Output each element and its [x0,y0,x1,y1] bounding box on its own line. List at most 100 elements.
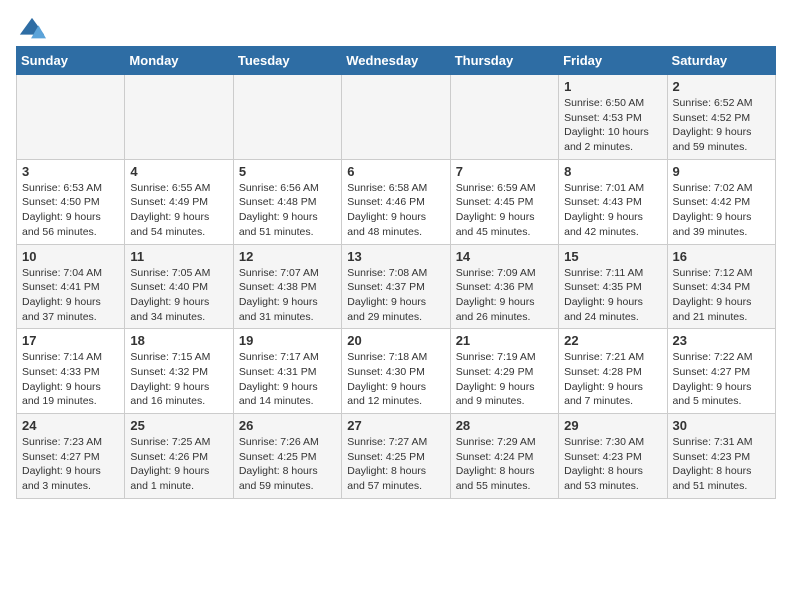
day-info: Sunrise: 7:14 AM Sunset: 4:33 PM Dayligh… [22,350,119,409]
calendar-cell-4-2: 18 Sunrise: 7:15 AM Sunset: 4:32 PM Dayli… [125,329,233,414]
day-info: Sunrise: 7:02 AM Sunset: 4:42 PM Dayligh… [673,181,770,240]
calendar-cell-2-3: 5 Sunrise: 6:56 AM Sunset: 4:48 PM Daylig… [233,159,341,244]
day-number: 24 [22,418,119,433]
day-info: Sunrise: 7:21 AM Sunset: 4:28 PM Dayligh… [564,350,661,409]
day-info: Sunrise: 6:55 AM Sunset: 4:49 PM Dayligh… [130,181,227,240]
calendar-header-sunday: Sunday [17,47,125,75]
day-info: Sunrise: 7:15 AM Sunset: 4:32 PM Dayligh… [130,350,227,409]
day-number: 30 [673,418,770,433]
calendar-cell-4-5: 21 Sunrise: 7:19 AM Sunset: 4:29 PM Dayli… [450,329,558,414]
calendar-cell-4-7: 23 Sunrise: 7:22 AM Sunset: 4:27 PM Dayli… [667,329,775,414]
calendar-cell-5-5: 28Sunrise: 7:29 AM Sunset: 4:24 PM Dayli… [450,414,558,499]
day-info: Sunrise: 7:11 AM Sunset: 4:35 PM Dayligh… [564,266,661,325]
calendar-cell-3-2: 11 Sunrise: 7:05 AM Sunset: 4:40 PM Dayli… [125,244,233,329]
day-number: 11 [130,249,227,264]
day-number: 29 [564,418,661,433]
calendar-cell-3-1: 10 Sunrise: 7:04 AM Sunset: 4:41 PM Dayli… [17,244,125,329]
day-number: 18 [130,333,227,348]
day-number: 9 [673,164,770,179]
day-number: 14 [456,249,553,264]
day-number: 23 [673,333,770,348]
day-number: 20 [347,333,444,348]
calendar-header-wednesday: Wednesday [342,47,450,75]
day-number: 10 [22,249,119,264]
calendar-header-monday: Monday [125,47,233,75]
calendar-cell-1-2 [125,75,233,160]
calendar-cell-5-7: 30 Sunrise: 7:31 AM Sunset: 4:23 PM Dayli… [667,414,775,499]
day-info: Sunrise: 6:53 AM Sunset: 4:50 PM Dayligh… [22,181,119,240]
calendar-cell-1-1 [17,75,125,160]
calendar-cell-3-4: 13 Sunrise: 7:08 AM Sunset: 4:37 PM Dayli… [342,244,450,329]
day-number: 28 [456,418,553,433]
day-info: Sunrise: 7:22 AM Sunset: 4:27 PM Dayligh… [673,350,770,409]
day-info: Sunrise: 6:50 AM Sunset: 4:53 PM Dayligh… [564,96,661,155]
day-info: Sunrise: 7:05 AM Sunset: 4:40 PM Dayligh… [130,266,227,325]
calendar-cell-4-6: 22 Sunrise: 7:21 AM Sunset: 4:28 PM Dayli… [559,329,667,414]
day-number: 27 [347,418,444,433]
calendar-cell-3-5: 14 Sunrise: 7:09 AM Sunset: 4:36 PM Dayli… [450,244,558,329]
calendar-cell-1-7: 2 Sunrise: 6:52 AM Sunset: 4:52 PM Daylig… [667,75,775,160]
calendar-cell-4-3: 19 Sunrise: 7:17 AM Sunset: 4:31 PM Dayli… [233,329,341,414]
day-number: 15 [564,249,661,264]
day-info: Sunrise: 6:59 AM Sunset: 4:45 PM Dayligh… [456,181,553,240]
day-info: Sunrise: 7:17 AM Sunset: 4:31 PM Dayligh… [239,350,336,409]
day-number: 12 [239,249,336,264]
day-info: Sunrise: 7:30 AM Sunset: 4:23 PM Dayligh… [564,435,661,494]
day-info: Sunrise: 7:26 AM Sunset: 4:25 PM Dayligh… [239,435,336,494]
calendar-cell-3-3: 12 Sunrise: 7:07 AM Sunset: 4:38 PM Dayli… [233,244,341,329]
day-info: Sunrise: 7:08 AM Sunset: 4:37 PM Dayligh… [347,266,444,325]
calendar-header-thursday: Thursday [450,47,558,75]
calendar-week-4: 17Sunrise: 7:14 AM Sunset: 4:33 PM Dayli… [17,329,776,414]
calendar-week-1: 1 Sunrise: 6:50 AM Sunset: 4:53 PM Daylig… [17,75,776,160]
calendar-cell-2-1: 3Sunrise: 6:53 AM Sunset: 4:50 PM Daylig… [17,159,125,244]
calendar-cell-5-4: 27 Sunrise: 7:27 AM Sunset: 4:25 PM Dayli… [342,414,450,499]
day-number: 26 [239,418,336,433]
calendar-cell-2-5: 7 Sunrise: 6:59 AM Sunset: 4:45 PM Daylig… [450,159,558,244]
calendar-header-row: SundayMondayTuesdayWednesdayThursdayFrid… [17,47,776,75]
day-info: Sunrise: 7:31 AM Sunset: 4:23 PM Dayligh… [673,435,770,494]
day-number: 8 [564,164,661,179]
day-number: 2 [673,79,770,94]
day-info: Sunrise: 7:12 AM Sunset: 4:34 PM Dayligh… [673,266,770,325]
day-info: Sunrise: 7:01 AM Sunset: 4:43 PM Dayligh… [564,181,661,240]
day-number: 16 [673,249,770,264]
day-number: 1 [564,79,661,94]
day-info: Sunrise: 7:25 AM Sunset: 4:26 PM Dayligh… [130,435,227,494]
calendar-cell-2-7: 9 Sunrise: 7:02 AM Sunset: 4:42 PM Daylig… [667,159,775,244]
calendar-cell-2-6: 8 Sunrise: 7:01 AM Sunset: 4:43 PM Daylig… [559,159,667,244]
calendar-cell-2-2: 4 Sunrise: 6:55 AM Sunset: 4:49 PM Daylig… [125,159,233,244]
day-info: Sunrise: 7:09 AM Sunset: 4:36 PM Dayligh… [456,266,553,325]
calendar-header-tuesday: Tuesday [233,47,341,75]
day-number: 25 [130,418,227,433]
day-number: 13 [347,249,444,264]
calendar-cell-5-6: 29 Sunrise: 7:30 AM Sunset: 4:23 PM Dayli… [559,414,667,499]
calendar-cell-1-4 [342,75,450,160]
day-info: Sunrise: 7:07 AM Sunset: 4:38 PM Dayligh… [239,266,336,325]
calendar-cell-4-4: 20 Sunrise: 7:18 AM Sunset: 4:30 PM Dayli… [342,329,450,414]
logo [16,16,46,38]
day-number: 7 [456,164,553,179]
calendar-cell-1-6: 1 Sunrise: 6:50 AM Sunset: 4:53 PM Daylig… [559,75,667,160]
day-info: Sunrise: 6:52 AM Sunset: 4:52 PM Dayligh… [673,96,770,155]
calendar-cell-2-4: 6Sunrise: 6:58 AM Sunset: 4:46 PM Daylig… [342,159,450,244]
calendar-cell-1-5 [450,75,558,160]
day-info: Sunrise: 7:23 AM Sunset: 4:27 PM Dayligh… [22,435,119,494]
day-number: 19 [239,333,336,348]
day-number: 6 [347,164,444,179]
day-number: 4 [130,164,227,179]
day-number: 5 [239,164,336,179]
day-info: Sunrise: 6:56 AM Sunset: 4:48 PM Dayligh… [239,181,336,240]
day-number: 22 [564,333,661,348]
calendar-cell-1-3 [233,75,341,160]
page-header [16,16,776,38]
calendar-week-3: 10 Sunrise: 7:04 AM Sunset: 4:41 PM Dayli… [17,244,776,329]
calendar-cell-5-1: 24 Sunrise: 7:23 AM Sunset: 4:27 PM Dayli… [17,414,125,499]
calendar-table: SundayMondayTuesdayWednesdayThursdayFrid… [16,46,776,499]
day-info: Sunrise: 7:04 AM Sunset: 4:41 PM Dayligh… [22,266,119,325]
calendar-cell-5-2: 25 Sunrise: 7:25 AM Sunset: 4:26 PM Dayli… [125,414,233,499]
day-info: Sunrise: 7:19 AM Sunset: 4:29 PM Dayligh… [456,350,553,409]
day-info: Sunrise: 7:27 AM Sunset: 4:25 PM Dayligh… [347,435,444,494]
calendar-cell-5-3: 26 Sunrise: 7:26 AM Sunset: 4:25 PM Dayli… [233,414,341,499]
day-number: 21 [456,333,553,348]
day-info: Sunrise: 7:18 AM Sunset: 4:30 PM Dayligh… [347,350,444,409]
